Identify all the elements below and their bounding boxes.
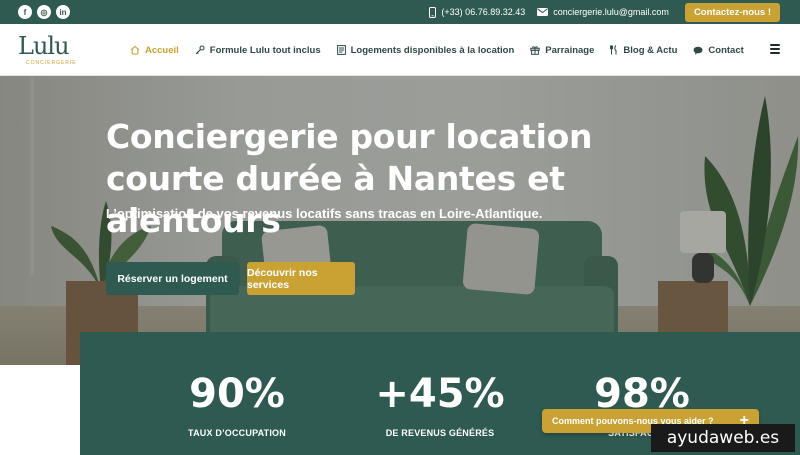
logo-subtitle: CONCIERGERIE (26, 60, 77, 66)
logo[interactable]: Lulu CONCIERGERIE (18, 32, 78, 70)
nav-label: Parrainage (545, 44, 595, 56)
discover-services-button[interactable]: Découvrir nos services (247, 262, 355, 295)
nav-item-logements[interactable]: Logements disponibles à la location (336, 44, 515, 56)
nav-label: Accueil (145, 44, 179, 56)
menu-icon[interactable] (770, 44, 780, 54)
hero-subtitle: L’optimisation de vos revenus locatifs s… (106, 206, 543, 221)
nav-item-parrainage[interactable]: Parrainage (530, 45, 594, 56)
stat-value: +45% (375, 371, 505, 417)
main-nav: Accueil Formule Lulu tout inclus Logemen… (130, 24, 744, 76)
list-icon (336, 45, 346, 55)
envelope-icon (537, 8, 549, 16)
top-bar: f ◎ in (+33) 06.76.89.32.43 conciergerie… (0, 0, 800, 24)
nav-item-accueil[interactable]: Accueil (130, 45, 179, 56)
utensils-icon (610, 45, 618, 55)
book-accommodation-button[interactable]: Réserver un logement (106, 262, 239, 295)
hero-section: Conciergerie pour location courte durée … (0, 76, 800, 365)
chat-icon (693, 46, 703, 55)
stat-revenue: +45% DE REVENUS GÉNÉRÉS (340, 370, 540, 438)
logo-wordmark: Lulu (18, 32, 70, 60)
nav-item-contact[interactable]: Contact (693, 44, 744, 56)
stat-occupancy: 90% TAUX D’OCCUPATION (137, 370, 337, 438)
gift-icon (530, 45, 540, 55)
linkedin-icon[interactable]: in (56, 5, 70, 19)
phone-number: (+33) 06.76.89.32.43 (441, 7, 526, 17)
nav-item-blog[interactable]: Blog & Actu (610, 45, 677, 56)
stat-value: 90% (189, 371, 285, 417)
watermark: ayudaweb.es (651, 424, 795, 452)
contact-info: (+33) 06.76.89.32.43 conciergerie.lulu@g… (429, 0, 780, 24)
contact-us-button[interactable]: Contactez-nous ! (684, 2, 780, 22)
stat-label: TAUX D’OCCUPATION (188, 428, 286, 438)
social-links: f ◎ in (18, 5, 70, 19)
phone-link[interactable]: (+33) 06.76.89.32.43 (429, 6, 526, 18)
email-address: conciergerie.lulu@gmail.com (553, 7, 669, 17)
home-icon (130, 45, 140, 55)
instagram-icon[interactable]: ◎ (37, 5, 51, 19)
email-link[interactable]: conciergerie.lulu@gmail.com (537, 7, 669, 17)
nav-label: Formule Lulu tout inclus (209, 44, 321, 56)
phone-icon (429, 6, 437, 18)
nav-label: Logements disponibles à la location (350, 44, 515, 56)
hero-title: Conciergerie pour location courte durée … (106, 117, 593, 240)
nav-label: Blog & Actu (623, 44, 678, 56)
main-header: Lulu CONCIERGERIE Accueil Formule Lulu t… (0, 24, 800, 76)
stat-label: DE REVENUS GÉNÉRÉS (385, 428, 495, 438)
facebook-icon[interactable]: f (18, 5, 32, 19)
nav-label: Contact (708, 44, 744, 56)
key-icon (195, 45, 205, 55)
nav-item-formule[interactable]: Formule Lulu tout inclus (195, 45, 321, 56)
